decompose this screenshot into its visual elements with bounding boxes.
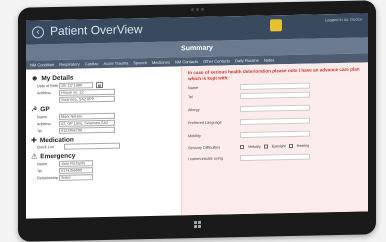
tab-respiratory[interactable]: Respiratory — [59, 61, 79, 66]
summary-content: ☻ My Details Date of Birth 20/ 12/ 1980 … — [26, 62, 368, 218]
medication-title: Medication — [39, 136, 74, 144]
eyesight-label: Eyesight — [271, 144, 286, 149]
tab-nm-contacts[interactable]: NM Contacts — [175, 59, 198, 64]
allergy-field[interactable] — [240, 104, 310, 113]
emergency-title: Emergency — [40, 152, 76, 160]
notification-badge[interactable] — [270, 19, 282, 32]
tablet-frame: ‹ Patient OverView Logged in as: Doctor … — [18, 0, 376, 242]
login-info: Logged in as: Doctor — [325, 16, 362, 23]
my-details-title: My Details — [41, 74, 74, 83]
communicate-label: I communicate using — [188, 156, 223, 162]
care-tel-label: Tel — [188, 95, 193, 100]
emergency-icon: ⚠ — [31, 153, 38, 161]
pill-icon: ✚ — [31, 137, 37, 145]
gp-tel-field[interactable]: 0123456789 — [59, 126, 115, 134]
advance-care-notice: In case of serious health deterioration … — [188, 66, 360, 81]
tab-medicines[interactable]: Medicines — [152, 60, 170, 65]
address-line2-field[interactable]: Swansea, SA2 8PP — [59, 95, 115, 103]
relationship-field[interactable]: Sister — [59, 174, 93, 181]
gp-tel-label: Tel — [37, 129, 42, 134]
gp-address-field[interactable]: 22, GP Lane, Swansea SA2 — [59, 119, 115, 127]
preferred-language-field[interactable] — [240, 117, 310, 126]
emergency-name-field[interactable]: Jane Richards — [59, 160, 93, 167]
person-icon: ☻ — [31, 75, 39, 83]
gp-title: GP — [40, 105, 50, 113]
right-column: In case of serious health deterioration … — [181, 62, 368, 216]
dob-field[interactable]: 20/ 12/ 1980 — [59, 82, 93, 89]
tab-other-contacts[interactable]: Other Contacts — [203, 58, 230, 64]
relationship-label: Relationship — [37, 175, 58, 181]
gp-name-label: Name — [37, 115, 48, 120]
quick-list-field[interactable] — [63, 142, 120, 150]
care-name-label: Name — [188, 86, 199, 91]
tab-acute-trauma[interactable]: Acute Trauma — [103, 60, 128, 66]
communicate-field[interactable] — [240, 153, 310, 162]
app-screen: ‹ Patient OverView Logged in as: Doctor … — [26, 13, 368, 219]
sensory-options: Verbally Eyesight Hearing — [240, 143, 310, 150]
verbally-checkbox[interactable] — [240, 145, 244, 150]
mobility-label: Mobility — [188, 134, 201, 139]
preferred-language-label: Preferred Language — [188, 120, 222, 126]
emergency-tel-label: Tel — [37, 169, 42, 174]
care-tel-field[interactable] — [240, 91, 310, 100]
tab-notes[interactable]: Notes — [264, 57, 274, 62]
quick-list-label: Quick List — [37, 145, 54, 150]
tab-cardiac[interactable]: Cardiac — [85, 61, 99, 66]
tab-nm-condition[interactable]: NM Condition — [30, 62, 54, 68]
eyesight-checkbox[interactable] — [263, 144, 268, 149]
hearing-checkbox[interactable] — [288, 144, 293, 149]
emergency-tel-field[interactable]: 0174356890 — [59, 167, 93, 174]
verbally-label: Verbally — [248, 144, 261, 150]
address-line1-field[interactable]: House no. 22 — [59, 88, 115, 96]
hearing-label: Hearing — [296, 143, 310, 149]
doctor-icon: ☭ — [31, 106, 38, 114]
allergy-label: Allergy — [188, 108, 200, 113]
gp-name-field[interactable]: Mark Nelson — [59, 112, 115, 120]
address-label: Address — [37, 91, 51, 96]
emergency-name-label: Name — [37, 162, 48, 167]
dob-label: Date of Birth — [37, 83, 59, 89]
gp-address-label: Address — [37, 122, 51, 127]
camera — [190, 7, 204, 12]
back-icon[interactable]: ‹ — [32, 26, 44, 39]
left-column: ☻ My Details Date of Birth 20/ 12/ 1980 … — [26, 66, 181, 218]
tab-speech[interactable]: Speech — [133, 60, 147, 65]
page-title: Patient OverView — [50, 22, 143, 39]
sensory-label: Sensory Difficulties — [188, 145, 221, 151]
windows-icon[interactable] — [193, 220, 201, 228]
tab-daily-routine[interactable]: Daily Routine — [235, 58, 259, 63]
care-name-field[interactable] — [240, 82, 310, 91]
mobility-field[interactable] — [240, 130, 310, 139]
calendar-icon[interactable]: ▦ — [96, 81, 103, 89]
